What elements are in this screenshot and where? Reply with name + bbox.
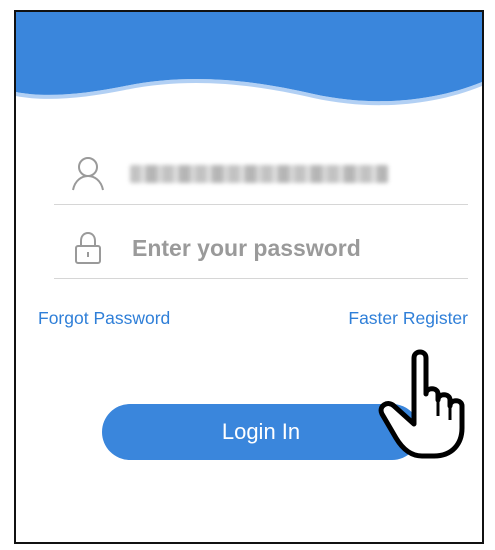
password-input[interactable] (132, 234, 432, 262)
username-value-blurred: ████████████████ (130, 165, 388, 183)
phone-screen: ████████████████ Forgot Password Faster … (14, 10, 484, 544)
username-field[interactable]: ████████████████ (54, 144, 468, 205)
login-button[interactable]: Login In (102, 404, 420, 460)
lock-icon (68, 228, 108, 268)
header-wave-banner (16, 12, 482, 106)
forgot-password-link[interactable]: Forgot Password (38, 308, 170, 329)
faster-register-link[interactable]: Faster Register (348, 308, 468, 329)
user-icon (68, 154, 108, 194)
password-field[interactable] (54, 218, 468, 279)
username-value: ████████████████ (130, 165, 388, 183)
